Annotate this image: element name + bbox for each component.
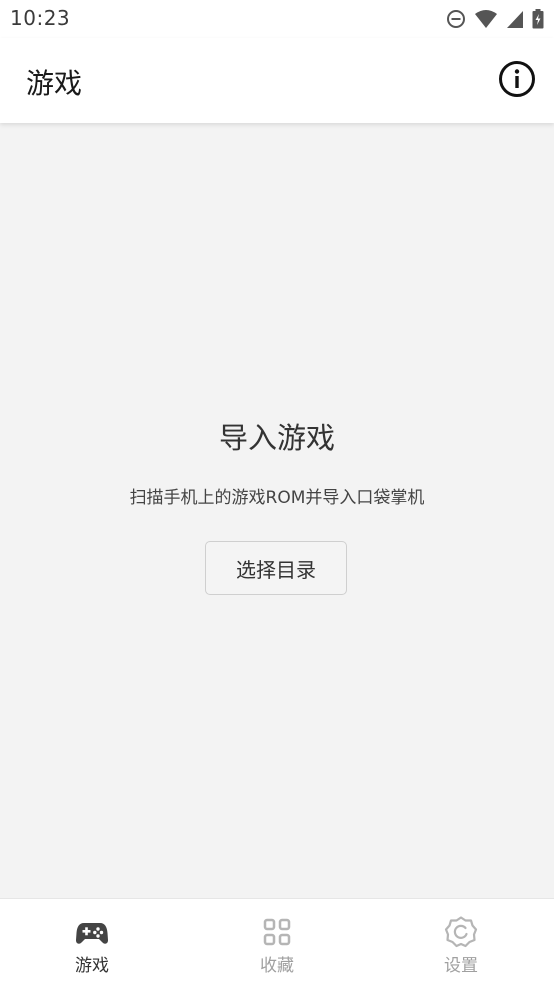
cell-signal-icon [506, 9, 524, 29]
app-bar: 游戏 [0, 38, 554, 123]
nav-label-games: 游戏 [75, 956, 109, 976]
empty-state-description: 扫描手机上的游戏ROM并导入口袋掌机 [129, 488, 425, 508]
nav-item-games[interactable]: 游戏 [0, 899, 184, 985]
screen: 10:23 游戏 导入游戏 扫描手机上的游戏ROM并导入口袋掌机 选择目录 游戏… [0, 0, 554, 985]
wifi-icon [474, 9, 498, 29]
empty-state-title: 导入游戏 [218, 421, 335, 455]
nav-label-settings: 设置 [444, 956, 478, 976]
bottom-nav: 游戏 收藏 设置 [0, 898, 554, 985]
do-not-disturb-icon [446, 9, 466, 29]
info-icon [499, 61, 535, 97]
nav-item-settings[interactable]: 设置 [369, 899, 553, 985]
info-button[interactable] [498, 60, 536, 98]
battery-charging-icon [532, 9, 544, 29]
status-icons [446, 8, 544, 30]
nav-item-favorites[interactable]: 收藏 [185, 899, 369, 985]
page-title: 游戏 [26, 67, 83, 100]
settings-icon [444, 916, 478, 948]
main-content: 导入游戏 扫描手机上的游戏ROM并导入口袋掌机 选择目录 [0, 123, 554, 898]
grid-icon [263, 918, 291, 946]
nav-label-favorites: 收藏 [260, 956, 294, 976]
gamepad-icon [75, 923, 109, 944]
choose-directory-button[interactable]: 选择目录 [205, 541, 347, 595]
status-time: 10:23 [10, 6, 71, 30]
status-bar: 10:23 [0, 0, 554, 38]
